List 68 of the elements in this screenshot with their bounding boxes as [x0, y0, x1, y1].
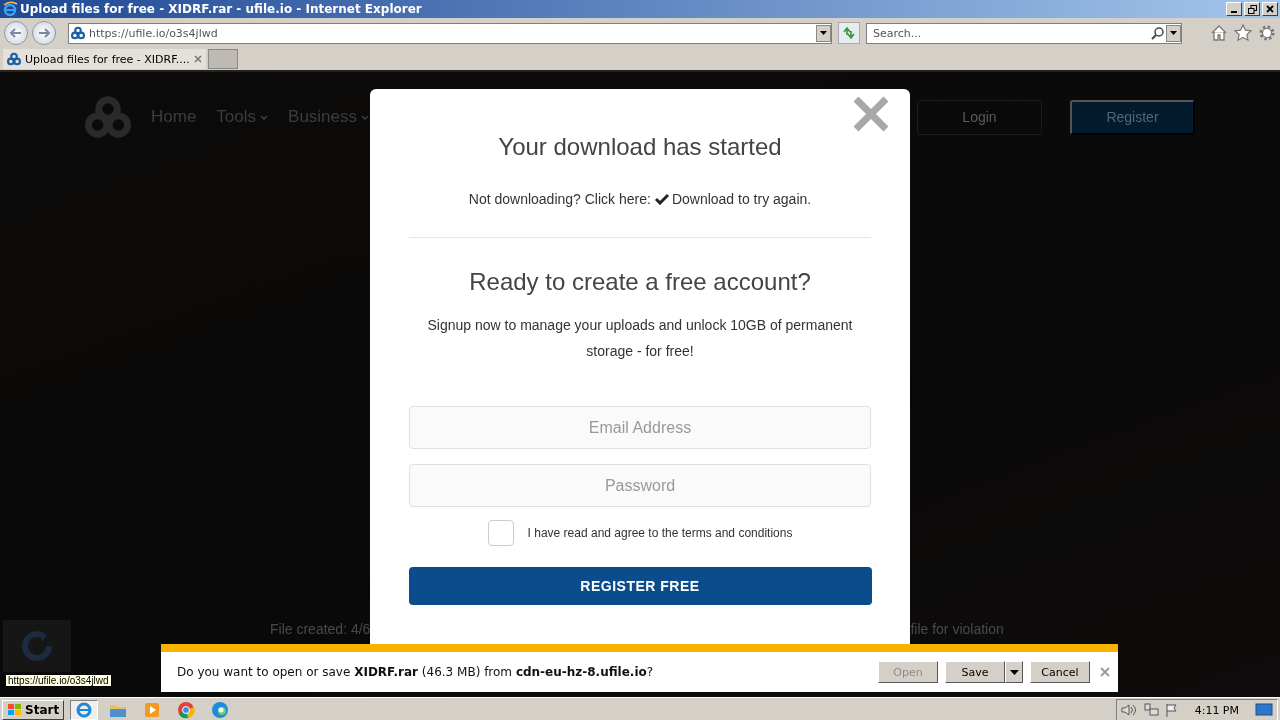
window-title: Upload files for free - XIDRF.rar - ufile.io - Internet Explorer	[20, 2, 423, 16]
back-arrow-icon	[10, 28, 22, 38]
download-action-button[interactable]: Cancel	[1030, 661, 1090, 683]
signup-heading: Ready to create a free account?	[469, 268, 811, 296]
report-text: file for violation	[910, 621, 1004, 637]
close-icon	[1100, 667, 1110, 677]
link-tooltip: https://ufile.io/o3s4jlwd	[5, 674, 112, 687]
search-box[interactable]: Search...	[866, 22, 1182, 44]
url-text: https://ufile.io/o3s4jlwd	[89, 26, 219, 40]
cloud-logo-icon	[7, 52, 21, 66]
file-info-text: File created: 4/6	[270, 621, 371, 637]
new-tab-button[interactable]	[207, 49, 238, 69]
clock-text: 4:11 PM	[1194, 703, 1239, 717]
restore-button[interactable]	[1244, 2, 1260, 16]
terms-label: I have read and agree to the terms and conditions	[527, 526, 793, 540]
address-dropdown-button[interactable]	[816, 24, 831, 42]
close-icon	[1266, 5, 1274, 13]
dialog-title: Your download has started	[498, 133, 782, 161]
windows-logo-icon	[7, 703, 23, 717]
edge-icon	[211, 701, 230, 719]
restore-icon	[1247, 4, 1257, 14]
browser-icon	[2, 1, 18, 17]
close-button[interactable]	[1262, 2, 1278, 16]
email-field[interactable]: Email Address	[409, 406, 871, 449]
start-button[interactable]: Start	[2, 700, 65, 720]
password-field[interactable]: Password	[409, 464, 871, 507]
taskbar-app-button[interactable]	[70, 700, 99, 720]
download-prompt: Do you want to open or save XIDRF.rar (46.3 MB) from cdn-eu-hz-8.ufile.io?	[177, 665, 655, 679]
chrome-icon	[177, 701, 196, 719]
browser-tab[interactable]: Upload files for free - XIDRF....	[3, 49, 206, 69]
compatibility-button[interactable]	[838, 22, 860, 44]
cloud-logo-icon	[85, 94, 131, 140]
media-player-icon	[144, 702, 161, 718]
signup-text: Signup now to manage your uploads and unlock 10GB of permanent storage - for free!	[426, 316, 854, 361]
folder-icon	[109, 702, 128, 718]
flag-icon[interactable]	[1164, 703, 1179, 717]
back-button[interactable]	[4, 21, 28, 45]
search-field[interactable]: Search...	[871, 25, 1149, 41]
download-link[interactable]: Download to try again.	[654, 191, 812, 207]
retry-text: Not downloading? Click here:	[468, 191, 651, 207]
home-icon[interactable]	[1210, 24, 1228, 42]
search-icon	[1151, 26, 1164, 40]
download-action-button[interactable]: Save	[945, 661, 1005, 683]
search-dropdown-button[interactable]	[1166, 24, 1181, 42]
forward-button[interactable]	[32, 21, 56, 45]
close-icon[interactable]	[852, 95, 890, 133]
close-icon[interactable]	[193, 55, 202, 63]
caret-icon	[1009, 669, 1019, 675]
minimize-button[interactable]	[1226, 2, 1242, 16]
terms-checkbox[interactable]	[487, 520, 514, 546]
speaker-icon[interactable]	[1120, 703, 1137, 717]
chevron-icon	[361, 114, 370, 120]
checkmark-icon	[654, 193, 669, 205]
settings-icon[interactable]	[1258, 24, 1276, 42]
network-icon[interactable]	[1142, 703, 1159, 717]
chevron-icon	[260, 114, 269, 120]
browser-icon	[75, 701, 94, 719]
show-desktop-icon[interactable]	[1255, 703, 1273, 717]
cloud-logo-icon	[71, 26, 85, 40]
forward-arrow-icon	[38, 28, 50, 38]
register-free-button[interactable]: REGISTER FREE	[408, 567, 872, 605]
dropdown-button[interactable]	[1005, 661, 1023, 683]
recaptcha-icon	[19, 628, 55, 664]
caret-icon	[1170, 31, 1177, 35]
address-bar[interactable]: https://ufile.io/o3s4jlwd	[68, 22, 832, 44]
favorites-star-icon[interactable]	[1234, 24, 1252, 42]
refresh-arrows-icon	[842, 26, 856, 40]
caret-icon	[820, 31, 827, 35]
